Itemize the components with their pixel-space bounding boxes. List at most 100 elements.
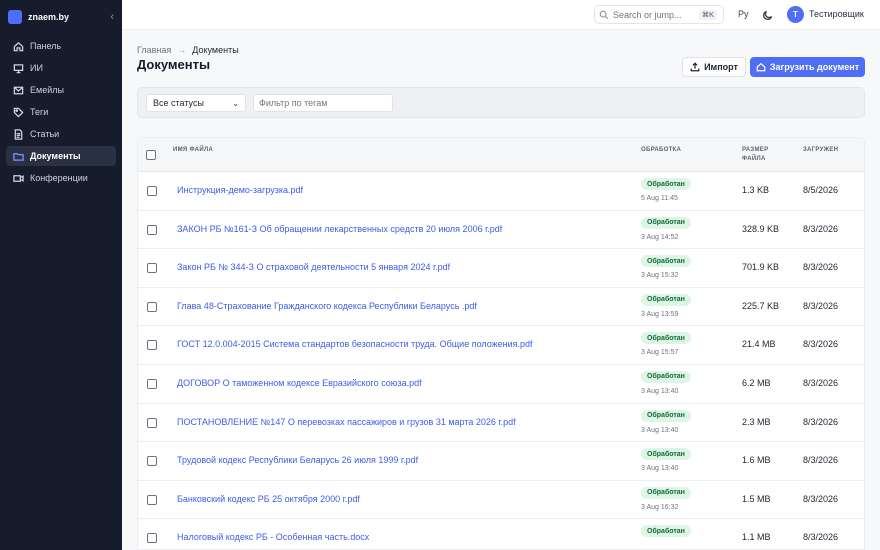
file-size: 2.3 MB — [742, 416, 771, 427]
sidebar-item-conferences[interactable]: Конференции — [6, 168, 116, 188]
folder-icon — [12, 150, 24, 162]
tag-icon — [12, 106, 24, 118]
home-icon — [12, 40, 24, 52]
status-filter-value: Все статусы — [153, 98, 204, 108]
language-switch[interactable]: Ру — [738, 9, 749, 19]
status-filter-select[interactable]: Все статусы ⌄ — [146, 94, 246, 112]
table-header: ИМЯ ФАЙЛА ОБРАБОТКА РАЗМЕР ФАЙЛА ЗАГРУЖЕ… — [138, 138, 864, 172]
import-button-label: Импорт — [704, 62, 738, 72]
tag-filter-input[interactable] — [253, 94, 393, 112]
theme-toggle-moon-icon[interactable] — [762, 8, 774, 21]
uploaded-date: 8/3/2026 — [803, 493, 839, 504]
file-name-link[interactable]: Банковский кодекс РБ 25 октября 2000 г.p… — [177, 494, 360, 504]
sidebar-item-articles[interactable]: Статьи — [6, 124, 116, 144]
processed-time: 3 Aug 15:57 — [641, 349, 679, 357]
status-badge: Обработан — [641, 486, 691, 499]
sidebar-item-label: Статьи — [30, 129, 60, 139]
file-size: 1.1 MB — [742, 532, 771, 543]
brand-name: znaem.by — [28, 12, 70, 22]
uploaded-date: 8/3/2026 — [803, 223, 839, 234]
table-row[interactable]: Инструкция-демо-загрузка.pdf Обработан 5 A… — [138, 172, 864, 211]
row-checkbox[interactable] — [147, 224, 157, 235]
table-body: Инструкция-демо-загрузка.pdf Обработан 5 A… — [138, 172, 864, 549]
file-name-link[interactable]: ГОСТ 12.0.004-2015 Система стандартов бе… — [177, 339, 533, 349]
file-size: 1.3 KB — [742, 185, 770, 195]
breadcrumb-home[interactable]: Главная — [137, 45, 171, 55]
file-name-link[interactable]: Налоговый кодекс РБ - Особенная часть.do… — [177, 532, 369, 542]
row-checkbox[interactable] — [147, 533, 157, 544]
processed-time: 3 Aug 13:40 — [641, 465, 679, 473]
file-size: 225.7 KB — [742, 300, 780, 311]
article-icon — [12, 128, 24, 140]
select-all-checkbox[interactable] — [146, 150, 156, 160]
search-box[interactable]: ⌘K — [594, 5, 724, 24]
documents-table: ИМЯ ФАЙЛА ОБРАБОТКА РАЗМЕР ФАЙЛА ЗАГРУЖЕ… — [137, 137, 865, 550]
sidebar-item-ai[interactable]: ИИ — [6, 58, 116, 78]
sidebar-item-label: Панель — [30, 41, 62, 51]
row-checkbox[interactable] — [147, 340, 157, 351]
header-file-size-line1[interactable]: РАЗМЕР — [742, 147, 768, 153]
avatar[interactable]: T — [787, 6, 804, 23]
header-file-size-line2: ФАЙЛА — [742, 156, 766, 162]
sidebar-item-emails[interactable]: Емейлы — [6, 80, 116, 100]
upload-document-button[interactable]: Загрузить документ — [750, 57, 865, 77]
header-processing[interactable]: ОБРАБОТКА — [641, 147, 681, 153]
row-checkbox[interactable] — [147, 456, 157, 467]
file-name-link[interactable]: ЗАКОН РБ №161-З Об обращении лекарственн… — [177, 224, 502, 234]
file-name-link[interactable]: Закон РБ № 344-З О страховой деятельност… — [177, 262, 450, 272]
sidebar-item-label: ИИ — [30, 63, 43, 73]
search-icon — [599, 10, 609, 19]
uploaded-date: 8/3/2026 — [803, 377, 839, 388]
breadcrumb-separator: → — [177, 45, 187, 55]
table-row[interactable]: Закон РБ № 344-З О страховой деятельност… — [138, 249, 864, 288]
collapse-sidebar-icon[interactable]: ‹ — [110, 11, 114, 23]
file-name-link[interactable]: ПОСТАНОВЛЕНИЕ №147 О перевозках пассажир… — [177, 417, 516, 427]
file-name-link[interactable]: Трудовой кодекс Республики Беларусь 26 и… — [177, 455, 418, 465]
sidebar-item-dashboard[interactable]: Панель — [6, 36, 116, 56]
sidebar-item-label: Документы — [30, 151, 81, 161]
sidebar-item-tags[interactable]: Теги — [6, 102, 116, 122]
sidebar-item-documents[interactable]: Документы — [6, 146, 116, 166]
table-row[interactable]: Банковский кодекс РБ 25 октября 2000 г.p… — [138, 481, 864, 520]
import-button[interactable]: Импорт — [682, 57, 746, 77]
row-checkbox[interactable] — [147, 417, 157, 428]
file-size: 21.4 MB — [742, 339, 776, 350]
table-row[interactable]: Налоговый кодекс РБ - Особенная часть.do… — [138, 519, 864, 549]
table-row[interactable]: ГОСТ 12.0.004-2015 Система стандартов бе… — [138, 326, 864, 365]
table-row[interactable]: ПОСТАНОВЛЕНИЕ №147 О перевозках пассажир… — [138, 404, 864, 443]
row-checkbox[interactable] — [147, 378, 157, 389]
header-uploaded[interactable]: ЗАГРУЖЕН — [803, 147, 838, 153]
status-badge: Обработан — [641, 293, 691, 306]
file-name-link[interactable]: Инструкция-демо-загрузка.pdf — [177, 185, 303, 195]
uploaded-date: 8/3/2026 — [803, 455, 839, 466]
uploaded-date: 8/3/2026 — [803, 416, 839, 427]
table-row[interactable]: ДОГОВОР О таможенном кодексе Евразийског… — [138, 365, 864, 404]
status-badge: Обработан — [641, 409, 691, 422]
row-checkbox[interactable] — [147, 494, 157, 505]
processed-time: 3 Aug 13:40 — [641, 426, 679, 434]
breadcrumb: Главная → Документы — [137, 45, 239, 55]
file-name-link[interactable]: ДОГОВОР О таможенном кодексе Евразийског… — [177, 378, 422, 388]
table-row[interactable]: ЗАКОН РБ №161-З Об обращении лекарственн… — [138, 211, 864, 250]
processed-time: 3 Aug 16:32 — [641, 503, 679, 511]
uploaded-date: 8/3/2026 — [803, 339, 839, 350]
upload-icon — [690, 62, 700, 72]
row-checkbox[interactable] — [147, 263, 157, 274]
upload-document-label: Загрузить документ — [769, 62, 860, 72]
table-row[interactable]: Трудовой кодекс Республики Беларусь 26 и… — [138, 442, 864, 481]
filters-bar: Все статусы ⌄ — [137, 87, 865, 118]
video-icon — [12, 172, 24, 184]
username[interactable]: Тестировщик — [809, 9, 864, 19]
processed-time: 3 Aug 13:59 — [641, 310, 679, 318]
brand: znaem.by ‹ — [0, 0, 122, 34]
processed-time: 5 Aug 11:45 — [641, 195, 678, 202]
search-input[interactable] — [613, 9, 699, 20]
status-badge: Обработан — [641, 525, 691, 538]
row-checkbox[interactable] — [147, 186, 157, 196]
status-badge: Обработан — [641, 178, 691, 190]
row-checkbox[interactable] — [147, 301, 157, 312]
file-size: 328.9 KB — [742, 223, 780, 234]
header-file-name[interactable]: ИМЯ ФАЙЛА — [173, 147, 213, 153]
table-row[interactable]: Глава 48-Страхование Гражданского кодекс… — [138, 288, 864, 327]
file-name-link[interactable]: Глава 48-Страхование Гражданского кодекс… — [177, 301, 477, 311]
